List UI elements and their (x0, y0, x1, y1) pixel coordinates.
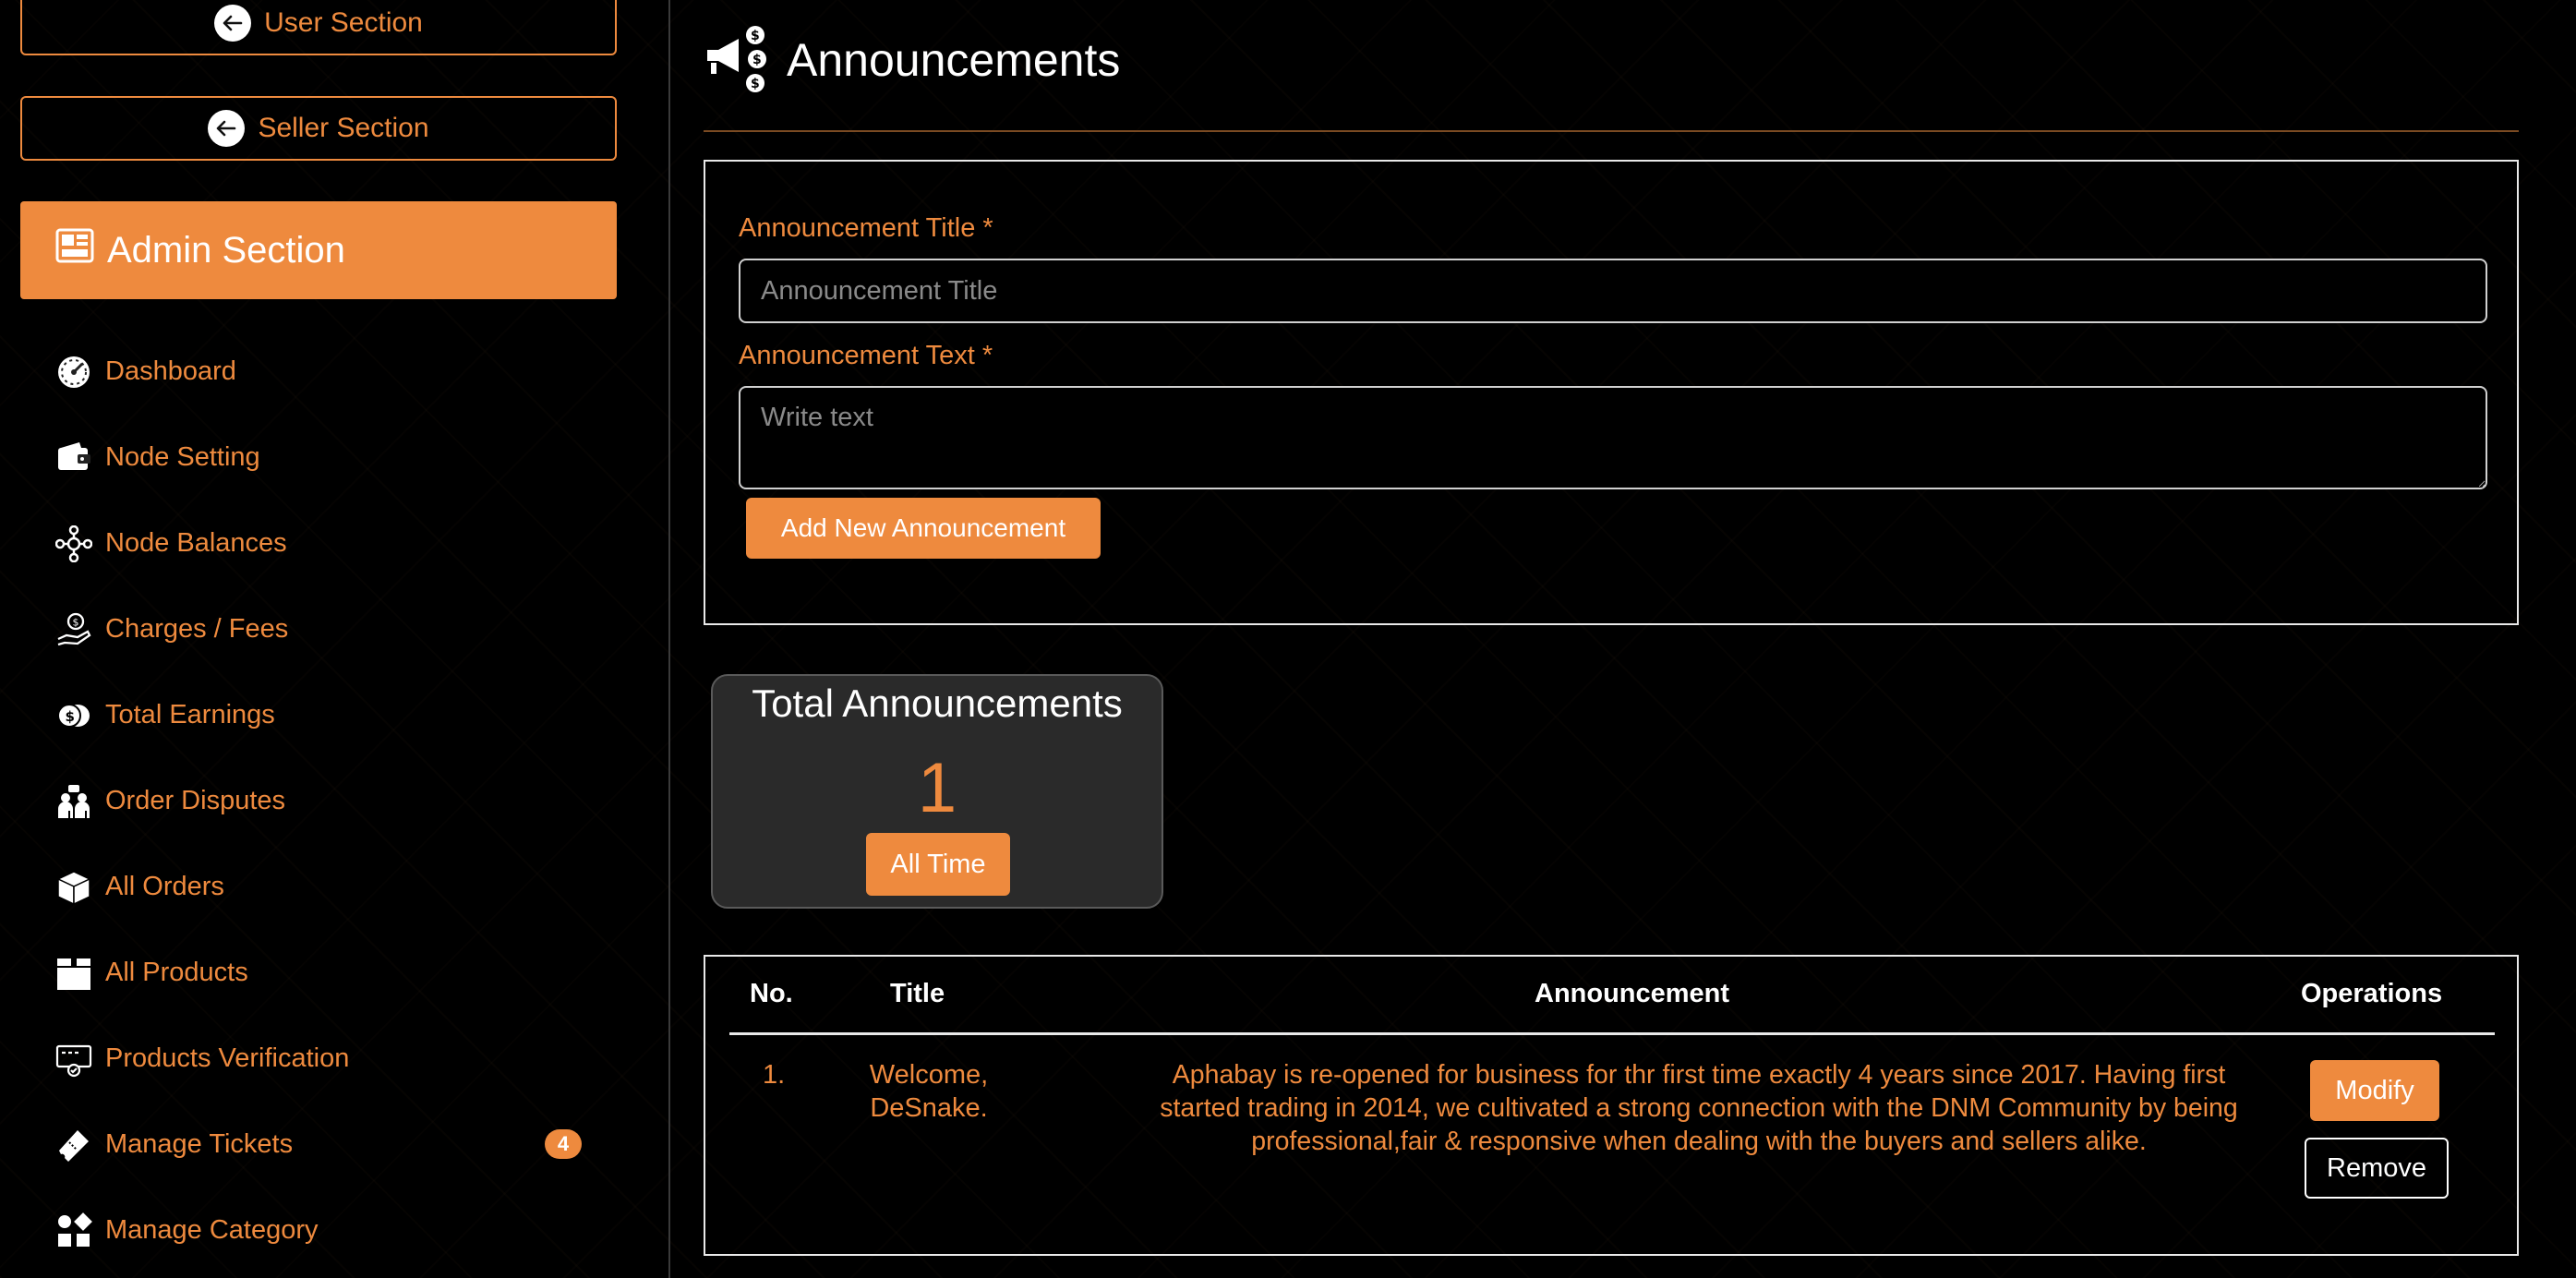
sidebar-item-manage-category[interactable]: Manage Category (55, 1188, 609, 1273)
sidebar-item-label: Order Disputes (105, 786, 286, 815)
wallet-icon (55, 440, 92, 476)
required-mark: * (981, 341, 993, 370)
megaphone-dollar-icon: $ $ $ (704, 22, 770, 99)
announcement-line: Aphabay is re-opened for business for th… (1172, 1060, 2226, 1090)
category-grid-icon (55, 1212, 92, 1249)
sidebar-item-node-setting[interactable]: Node Setting (55, 415, 609, 500)
add-announcement-button[interactable]: Add New Announcement (746, 498, 1101, 559)
row-title-line: DeSnake. (870, 1093, 988, 1123)
ticket-icon (55, 1127, 92, 1163)
user-section-button[interactable]: User Section (20, 0, 617, 55)
total-announcements-card: Total Announcements 1 All Time (711, 674, 1163, 909)
sidebar-item-label: Products Verification (105, 1043, 350, 1073)
announcement-text-textarea[interactable] (739, 386, 2487, 489)
page-header: $ $ $ Announcements (704, 18, 1120, 102)
announcements-table: No. Title Announcement Operations 1. Wel… (704, 955, 2519, 1256)
announcement-line: started trading in 2014, we cultivated a… (1160, 1093, 2238, 1123)
sidebar-item-node-balances[interactable]: Node Balances (55, 500, 609, 586)
stat-label: Total Announcements (713, 676, 1162, 731)
dashboard-gauge-icon (55, 354, 92, 391)
sidebar-item-label: Manage Category (105, 1215, 319, 1245)
row-title: Welcome, DeSnake. (837, 1058, 1021, 1125)
announcement-form: Announcement Title * Announcement Text *… (704, 160, 2519, 625)
sidebar-item-label: Total Earnings (105, 700, 275, 729)
hand-coin-icon: $ (55, 611, 92, 648)
svg-text:$: $ (73, 616, 79, 628)
sidebar-item-label: Manage Tickets (105, 1129, 294, 1159)
announcement-text-label: Announcement Text * (739, 341, 993, 371)
announcement-title-label: Announcement Title * (739, 213, 993, 244)
admin-section-label: Admin Section (107, 229, 345, 271)
arrow-left-icon (214, 5, 252, 42)
seller-section-label: Seller Section (258, 113, 429, 143)
row-number: 1. (763, 1060, 786, 1090)
sidebar-item-label: Charges / Fees (105, 614, 289, 644)
sidebar-item-label: All Orders (105, 872, 224, 901)
svg-text:$: $ (752, 53, 762, 67)
sidebar-item-all-orders[interactable]: All Orders (55, 844, 609, 930)
announcement-line: professional,fair & responsive when deal… (1251, 1127, 2147, 1156)
node-network-icon (55, 524, 92, 562)
announcement-title-input[interactable] (739, 259, 2487, 323)
tickets-count-badge: 4 (545, 1129, 582, 1159)
coins-icon: $ (55, 697, 92, 734)
sidebar-item-all-products[interactable]: All Products (55, 930, 609, 1016)
svg-text:$: $ (751, 77, 760, 91)
admin-section-header[interactable]: Admin Section (20, 201, 617, 299)
required-mark: * (982, 213, 993, 243)
sidebar-item-label: Dashboard (105, 356, 236, 386)
sidebar-item-order-disputes[interactable]: Order Disputes (55, 758, 609, 844)
dispute-people-icon (55, 783, 92, 820)
seller-section-button[interactable]: Seller Section (20, 96, 617, 161)
remove-button[interactable]: Remove (2305, 1138, 2449, 1199)
stat-label-text: Total Announcements (752, 681, 1123, 725)
label-text: Announcement Text (739, 341, 975, 370)
column-header-no: No. (750, 979, 793, 1008)
all-time-button[interactable]: All Time (866, 833, 1010, 896)
column-header-operations: Operations (2301, 979, 2443, 1008)
package-box-icon (55, 869, 92, 906)
sidebar-item-total-earnings[interactable]: $ Total Earnings (55, 672, 609, 758)
header-divider (729, 1032, 2495, 1035)
sidebar-item-label: All Products (105, 958, 248, 987)
product-box-icon (55, 955, 92, 992)
admin-panel-icon (55, 226, 94, 274)
modify-button[interactable]: Modify (2310, 1060, 2439, 1121)
svg-text:$: $ (751, 29, 760, 43)
row-title-line: Welcome, (869, 1060, 989, 1090)
user-section-label: User Section (264, 7, 423, 38)
arrow-left-icon (208, 110, 246, 147)
main-content: $ $ $ Announcements Announcement Title *… (704, 0, 2519, 1278)
sidebar-item-dashboard[interactable]: Dashboard (55, 329, 609, 415)
sidebar-item-label: Node Balances (105, 528, 287, 558)
page-title: Announcements (787, 34, 1121, 86)
label-text: Announcement Title (739, 213, 976, 243)
sidebar: User Section Seller Section Admin Sectio… (0, 0, 670, 1278)
sidebar-item-products-verification[interactable]: Products Verification (55, 1016, 609, 1102)
sidebar-item-charges-fees[interactable]: $ Charges / Fees (55, 586, 609, 672)
column-header-announcement: Announcement (1535, 979, 1730, 1008)
column-header-title: Title (890, 979, 945, 1008)
sidebar-item-label: Node Setting (105, 442, 260, 472)
header-divider (704, 130, 2519, 132)
verification-screen-icon (55, 1041, 92, 1078)
sidebar-nav: Dashboard Node Setting Node Balances $ C… (55, 329, 609, 1273)
sidebar-item-manage-tickets[interactable]: Manage Tickets 4 (55, 1102, 609, 1188)
stat-value: 1 (917, 749, 957, 827)
row-announcement-text: Aphabay is re-opened for business for th… (1016, 1058, 2382, 1158)
svg-text:$: $ (66, 708, 75, 725)
